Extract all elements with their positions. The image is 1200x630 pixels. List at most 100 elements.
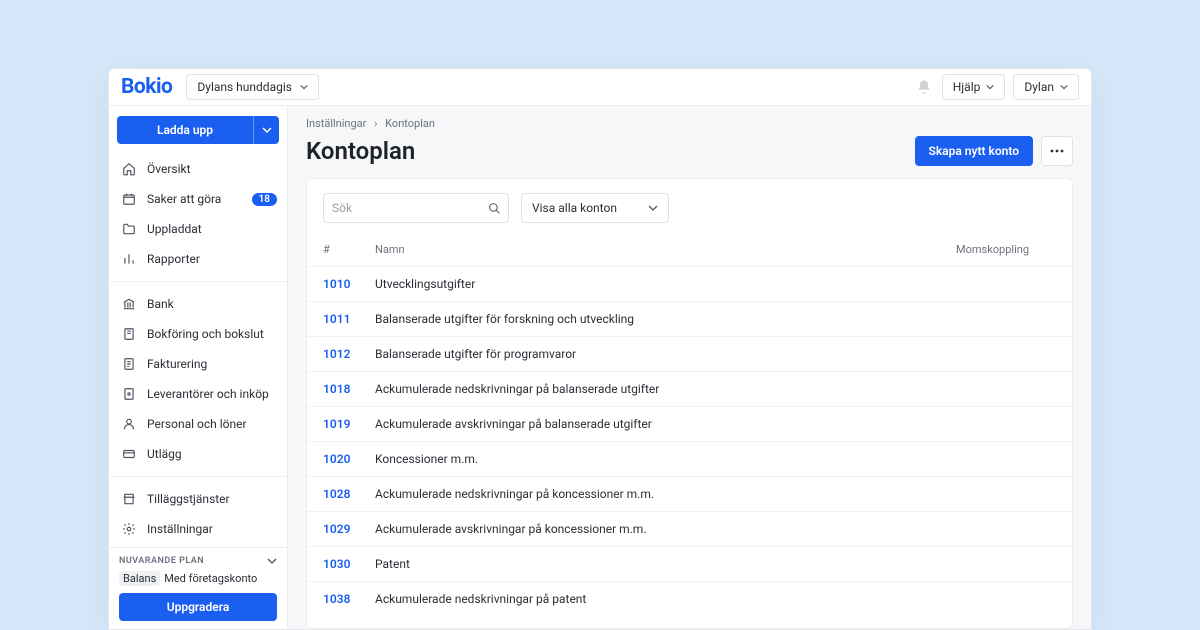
table-row[interactable]: 1020Koncessioner m.m. <box>307 441 1072 476</box>
select-label: Visa alla konton <box>532 201 617 215</box>
receipt-icon <box>121 386 137 402</box>
calendar-icon <box>121 191 137 207</box>
sidebar-item-label: Rapporter <box>147 252 200 266</box>
account-name: Ackumulerade nedskrivningar på koncessio… <box>375 487 1056 501</box>
table-row[interactable]: 1011Balanserade utgifter för forskning o… <box>307 301 1072 336</box>
sidebar-item-reports[interactable]: Rapporter <box>109 244 287 274</box>
plan-heading-row[interactable]: NUVARANDE PLAN <box>119 556 277 566</box>
sidebar-item-invoicing[interactable]: Fakturering <box>109 349 287 379</box>
store-icon <box>121 491 137 507</box>
account-number: 1012 <box>323 347 375 361</box>
th-name: Namn <box>375 243 956 256</box>
account-name: Patent <box>375 557 1056 571</box>
upload-chevron-button[interactable] <box>253 116 279 144</box>
topbar-right: Hjälp Dylan <box>916 74 1079 100</box>
page-header: Kontoplan Skapa nytt konto <box>288 136 1091 178</box>
account-number: 1019 <box>323 417 375 431</box>
table-row[interactable]: 1028Ackumulerade nedskrivningar på konce… <box>307 476 1072 511</box>
account-number: 1010 <box>323 277 375 291</box>
account-name: Balanserade utgifter för programvaror <box>375 347 1056 361</box>
help-button[interactable]: Hjälp <box>942 74 1006 100</box>
sidebar-item-label: Tilläggstjänster <box>147 492 230 506</box>
help-label: Hjälp <box>953 80 981 94</box>
account-number: 1018 <box>323 382 375 396</box>
sidebar-item-settings[interactable]: Inställningar <box>109 514 287 544</box>
sidebar-item-addons[interactable]: Tilläggstjänster <box>109 484 287 514</box>
table-row[interactable]: 1019Ackumulerade avskrivningar på balans… <box>307 406 1072 441</box>
user-menu-button[interactable]: Dylan <box>1013 74 1079 100</box>
account-number: 1028 <box>323 487 375 501</box>
person-icon <box>121 416 137 432</box>
chevron-down-icon <box>1060 83 1068 91</box>
search-icon <box>488 202 501 215</box>
th-number: # <box>323 243 375 256</box>
table-header: # Namn Momskoppling <box>307 237 1072 266</box>
table-row[interactable]: 1010Utvecklingsutgifter <box>307 266 1072 301</box>
account-name: Koncessioner m.m. <box>375 452 1056 466</box>
account-number: 1029 <box>323 522 375 536</box>
chevron-down-icon <box>648 203 658 213</box>
nav-separator <box>109 281 287 282</box>
sidebar-item-personnel[interactable]: Personal och löner <box>109 409 287 439</box>
company-selector[interactable]: Dylans hunddagis <box>186 74 319 100</box>
sidebar-item-overview[interactable]: Översikt <box>109 154 287 184</box>
account-number: 1038 <box>323 592 375 606</box>
todo-badge: 18 <box>252 193 277 206</box>
topbar: Bokio Dylans hunddagis Hjälp Dylan <box>109 69 1091 106</box>
chevron-down-icon <box>300 83 308 91</box>
table-panel: Visa alla konton # Namn Momskoppling 101… <box>306 178 1073 629</box>
table-row[interactable]: 1038Ackumulerade nedskrivningar på paten… <box>307 581 1072 616</box>
book-icon <box>121 326 137 342</box>
gear-icon <box>121 521 137 537</box>
sidebar-item-suppliers[interactable]: Leverantörer och inköp <box>109 379 287 409</box>
upload-button[interactable]: Ladda upp <box>117 116 253 144</box>
table-row[interactable]: 1029Ackumulerade avskrivningar på konces… <box>307 511 1072 546</box>
sidebar-item-label: Översikt <box>147 162 191 176</box>
account-name: Ackumulerade nedskrivningar på patent <box>375 592 1056 606</box>
create-account-button[interactable]: Skapa nytt konto <box>915 136 1034 166</box>
search-input[interactable] <box>332 201 488 215</box>
chevron-down-icon <box>267 556 277 566</box>
chevron-down-icon <box>262 125 272 135</box>
account-name: Ackumulerade avskrivningar på koncession… <box>375 522 1056 536</box>
page-actions: Skapa nytt konto <box>915 136 1074 166</box>
nav-tertiary: Tilläggstjänster Inställningar <box>109 482 287 546</box>
plan-line: BalansMed företagskonto <box>119 572 277 585</box>
search-box[interactable] <box>323 193 509 223</box>
bell-icon[interactable] <box>916 79 932 95</box>
nav-separator <box>109 476 287 477</box>
page-title: Kontoplan <box>306 137 415 165</box>
bank-icon <box>121 296 137 312</box>
account-number: 1020 <box>323 452 375 466</box>
table-row[interactable]: 1030Patent <box>307 546 1072 581</box>
main-row: Ladda upp Översikt Saker att göra 18 U <box>109 106 1091 629</box>
upgrade-button[interactable]: Uppgradera <box>119 593 277 621</box>
sidebar-item-label: Personal och löner <box>147 417 247 431</box>
sidebar-item-bank[interactable]: Bank <box>109 289 287 319</box>
breadcrumb-item: Kontoplan <box>385 117 435 130</box>
sidebar-item-todo[interactable]: Saker att göra 18 <box>109 184 287 214</box>
card-icon <box>121 446 137 462</box>
nav-primary: Översikt Saker att göra 18 Uppladdat Rap… <box>109 152 287 276</box>
sidebar-item-label: Fakturering <box>147 357 207 371</box>
breadcrumb-item[interactable]: Inställningar <box>306 117 366 130</box>
bar-chart-icon <box>121 251 137 267</box>
table-row[interactable]: 1012Balanserade utgifter för programvaro… <box>307 336 1072 371</box>
dots-icon <box>1050 149 1064 153</box>
invoice-icon <box>121 356 137 372</box>
th-vat: Momskoppling <box>956 243 1056 256</box>
breadcrumb: Inställningar › Kontoplan <box>288 106 1091 136</box>
company-name: Dylans hunddagis <box>197 80 292 94</box>
content: Inställningar › Kontoplan Kontoplan Skap… <box>288 106 1091 629</box>
sidebar-item-uploaded[interactable]: Uppladdat <box>109 214 287 244</box>
more-menu-button[interactable] <box>1041 136 1073 166</box>
sidebar-item-expenses[interactable]: Utlägg <box>109 439 287 469</box>
app-window: Bokio Dylans hunddagis Hjälp Dylan Ladda… <box>108 68 1092 630</box>
table-row[interactable]: 1018Ackumulerade nedskrivningar på balan… <box>307 371 1072 406</box>
sidebar-item-accounting[interactable]: Bokföring och bokslut <box>109 319 287 349</box>
sidebar-item-label: Saker att göra <box>147 192 221 206</box>
plan-pill: Balans <box>119 571 160 586</box>
sidebar-item-label: Bokföring och bokslut <box>147 327 264 341</box>
account-filter-select[interactable]: Visa alla konton <box>521 193 669 223</box>
account-name: Ackumulerade nedskrivningar på balansera… <box>375 382 1056 396</box>
